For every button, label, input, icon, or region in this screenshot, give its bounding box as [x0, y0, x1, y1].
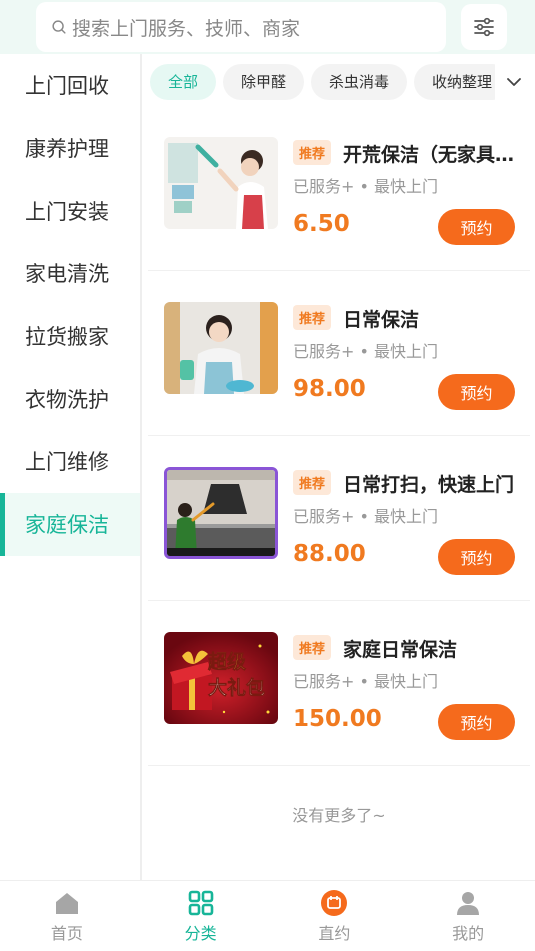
header: 搜索上门服务、技师、商家	[0, 0, 535, 54]
service-price: 6.50	[293, 211, 350, 237]
sidebar-item-appliance-cleaning[interactable]: 家电清洗	[0, 242, 140, 305]
sidebar-item-label: 拉货搬家	[25, 325, 109, 350]
svg-text:大礼包: 大礼包	[208, 676, 265, 699]
nav-label: 直约	[318, 923, 351, 943]
service-title: 日常打扫，快速上门	[343, 474, 515, 496]
service-title: 家庭日常保洁	[343, 639, 458, 661]
book-button[interactable]: 预约	[438, 704, 515, 740]
tab-all[interactable]: 全部	[150, 64, 217, 100]
book-button[interactable]: 预约	[438, 539, 515, 575]
no-more-text: 没有更多了~	[292, 806, 386, 825]
subcategory-tabs: 全部 除甲醛 杀虫消毒 收纳整理	[150, 64, 495, 102]
sliders-icon	[474, 17, 494, 37]
nav-booking[interactable]: 直约	[268, 881, 402, 951]
nav-category[interactable]: 分类	[134, 881, 268, 951]
service-price: 88.00	[293, 541, 366, 567]
sidebar-item-laundry[interactable]: 衣物洗护	[0, 367, 140, 431]
tab-pest-control[interactable]: 杀虫消毒	[311, 64, 408, 100]
service-card[interactable]: 推荐 日常打扫，快速上门 已服务+ • 最快上门 88.00 预约	[148, 436, 530, 601]
sidebar-item-label: 康养护理	[25, 137, 109, 162]
user-icon	[457, 891, 480, 915]
category-sidebar: 上门回收 康养护理 上门安装 家电清洗 拉货搬家 衣物洗护 上门维修 家庭保洁	[0, 54, 142, 880]
service-image: 超级 大礼包	[164, 632, 278, 724]
sidebar-item-label: 家庭保洁	[25, 513, 109, 538]
home-icon	[55, 892, 78, 914]
nav-label: 首页	[50, 923, 83, 943]
sidebar-item-care[interactable]: 康养护理	[0, 116, 140, 180]
sidebar-item-label: 上门维修	[25, 450, 109, 475]
service-meta: 已服务+ • 最快上门	[293, 342, 439, 361]
tab-formaldehyde[interactable]: 除甲醛	[223, 64, 305, 100]
bottom-nav: 首页 分类 直约 我的	[0, 880, 535, 951]
service-image	[164, 302, 278, 394]
nav-label: 分类	[184, 923, 217, 943]
service-meta: 已服务+ • 最快上门	[293, 672, 439, 691]
service-card[interactable]: 超级 大礼包 推荐 家庭日常保洁 已服务+ • 最快上门 150.00 预约	[148, 601, 530, 766]
nav-profile[interactable]: 我的	[401, 881, 535, 951]
sidebar-item-installation[interactable]: 上门安装	[0, 179, 140, 243]
filter-button[interactable]	[461, 4, 507, 50]
grid-icon	[188, 890, 213, 915]
service-image	[164, 467, 278, 559]
service-title: 日常保洁	[343, 309, 420, 331]
booking-icon	[321, 889, 348, 916]
nav-home[interactable]: 首页	[0, 881, 134, 951]
service-price: 98.00	[293, 376, 366, 402]
search-placeholder: 搜索上门服务、技师、商家	[72, 17, 301, 40]
sidebar-item-moving[interactable]: 拉货搬家	[0, 304, 140, 368]
sidebar-item-recycling[interactable]: 上门回收	[0, 54, 140, 117]
service-card[interactable]: 推荐 日常保洁 已服务+ • 最快上门 98.00 预约	[148, 271, 530, 436]
svg-text:超级: 超级	[207, 650, 246, 673]
service-card[interactable]: 推荐 开荒保洁（无家具保洁） 已服务+ • 最快上门 6.50 预约	[148, 106, 530, 271]
recommend-badge: 推荐	[293, 305, 332, 330]
search-icon	[52, 20, 66, 34]
nav-label: 我的	[452, 923, 485, 943]
sidebar-item-label: 衣物洗护	[25, 387, 109, 412]
book-button[interactable]: 预约	[438, 374, 515, 410]
sidebar-item-repair[interactable]: 上门维修	[0, 430, 140, 493]
sidebar-item-label: 上门回收	[25, 74, 109, 99]
search-input[interactable]: 搜索上门服务、技师、商家	[36, 2, 446, 52]
recommend-badge: 推荐	[293, 635, 332, 660]
recommend-badge: 推荐	[293, 140, 332, 165]
sidebar-item-home-cleaning[interactable]: 家庭保洁	[0, 492, 140, 556]
sidebar-item-label: 家电清洗	[25, 262, 109, 287]
chevron-down-icon	[507, 78, 521, 86]
expand-tabs-button[interactable]	[500, 68, 528, 96]
recommend-badge: 推荐	[293, 470, 332, 495]
sidebar-item-label: 上门安装	[25, 199, 109, 224]
tab-organizing[interactable]: 收纳整理	[414, 64, 495, 100]
service-price: 150.00	[293, 706, 382, 732]
service-title: 开荒保洁（无家具保洁）	[343, 144, 523, 166]
service-list: 推荐 开荒保洁（无家具保洁） 已服务+ • 最快上门 6.50 预约 推荐 日常…	[148, 106, 530, 766]
service-meta: 已服务+ • 最快上门	[293, 507, 439, 526]
book-button[interactable]: 预约	[438, 209, 515, 245]
service-image	[164, 137, 278, 229]
service-meta: 已服务+ • 最快上门	[293, 177, 439, 196]
